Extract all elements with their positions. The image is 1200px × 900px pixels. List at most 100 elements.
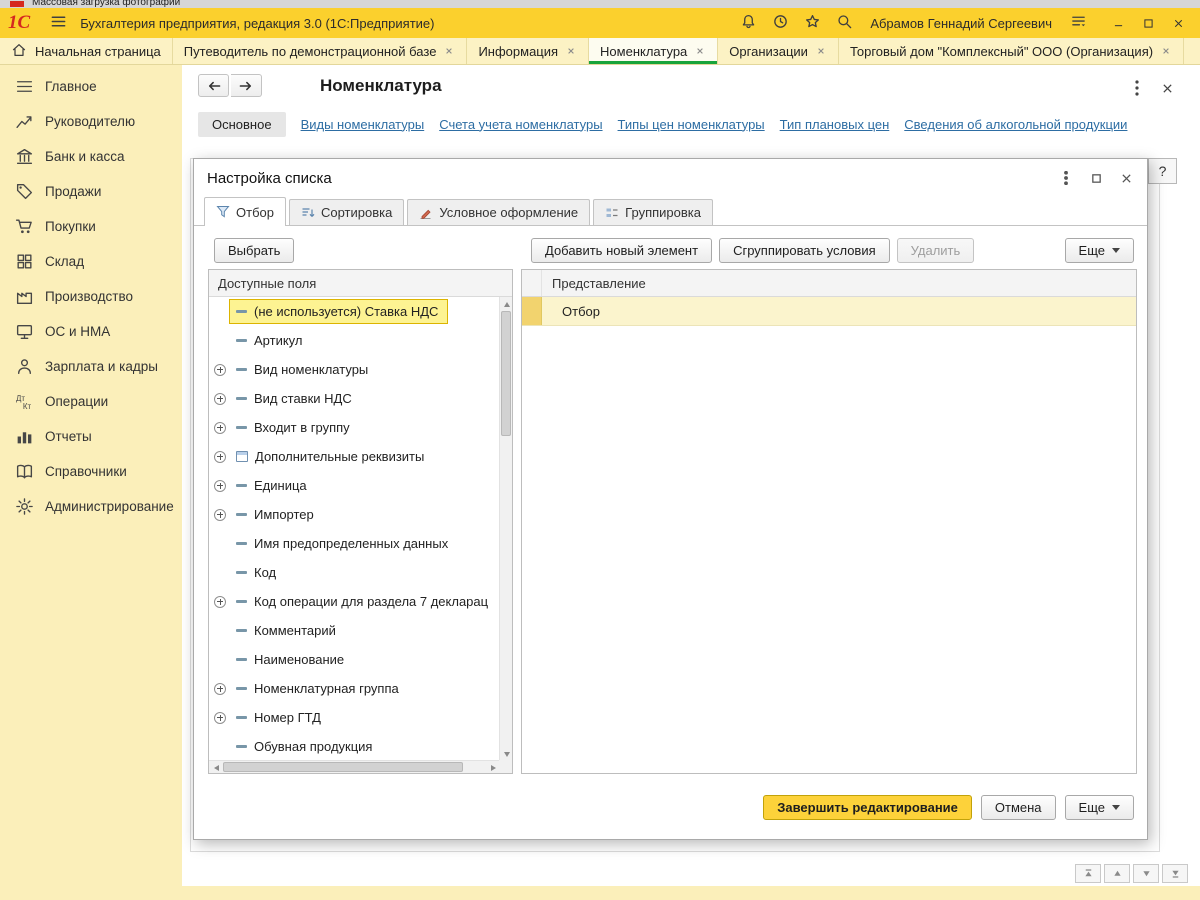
back-button[interactable] — [198, 74, 229, 97]
expand-icon[interactable] — [214, 422, 226, 434]
page-tab-price-types[interactable]: Типы цен номенклатуры — [618, 117, 765, 132]
sidebar-item-manager[interactable]: Руководителю — [0, 104, 182, 139]
dialog-maximize-button[interactable] — [1083, 167, 1109, 189]
field-row[interactable]: (не используется) Ставка НДС — [209, 297, 499, 326]
tab-organizations[interactable]: Организации — [718, 38, 839, 64]
page-tab-planned-price-type[interactable]: Тип плановых цен — [780, 117, 890, 132]
vertical-scroll-thumb[interactable] — [501, 311, 511, 436]
expand-icon[interactable] — [214, 683, 226, 695]
dialog-menu-button[interactable] — [1053, 167, 1079, 189]
horizontal-scrollbar[interactable] — [209, 760, 499, 773]
field-row[interactable]: Номер ГТД — [209, 703, 499, 732]
page-menu-button[interactable] — [1126, 79, 1148, 99]
tab-home[interactable]: Начальная страница — [0, 38, 173, 64]
vertical-scrollbar[interactable] — [499, 297, 512, 760]
dialog-close-button[interactable] — [1113, 167, 1139, 189]
expand-icon[interactable] — [214, 480, 226, 492]
field-row[interactable]: Входит в группу — [209, 413, 499, 442]
go-previous-button[interactable] — [1104, 864, 1130, 883]
field-row[interactable]: Код — [209, 558, 499, 587]
scroll-left-icon[interactable] — [209, 761, 222, 774]
main-menu-button[interactable] — [46, 12, 70, 34]
finish-editing-button[interactable]: Завершить редактирование — [763, 795, 972, 820]
forward-button[interactable] — [231, 74, 262, 97]
sidebar-item-production[interactable]: Производство — [0, 279, 182, 314]
field-row[interactable]: Номенклатурная группа — [209, 674, 499, 703]
field-row[interactable]: Обувная продукция — [209, 732, 499, 760]
tab-information[interactable]: Информация — [467, 38, 589, 64]
tab-nomenclature[interactable]: Номенклатура — [589, 38, 718, 64]
scroll-down-icon[interactable] — [500, 747, 513, 760]
field-row[interactable]: Импортер — [209, 500, 499, 529]
field-row[interactable]: Вид номенклатуры — [209, 355, 499, 384]
dialog-tab-filter[interactable]: Отбор — [204, 197, 286, 226]
search-button[interactable] — [832, 12, 856, 34]
tab-close-icon[interactable] — [443, 45, 455, 57]
cancel-button[interactable]: Отмена — [981, 795, 1056, 820]
sidebar-item-sales[interactable]: Продажи — [0, 174, 182, 209]
expand-icon[interactable] — [214, 393, 226, 405]
sidebar-item-purchases[interactable]: Покупки — [0, 209, 182, 244]
group-conditions-button[interactable]: Сгруппировать условия — [719, 238, 890, 263]
field-row[interactable]: Наименование — [209, 645, 499, 674]
sidebar-item-payroll-hr[interactable]: Зарплата и кадры — [0, 349, 182, 384]
user-menu[interactable]: Абрамов Геннадий Сергеевич — [870, 16, 1052, 31]
sidebar-item-directories[interactable]: Справочники — [0, 454, 182, 489]
page-close-button[interactable] — [1156, 79, 1178, 99]
sidebar-item-bank-cash[interactable]: Банк и касса — [0, 139, 182, 174]
sidebar-item-fixed-assets[interactable]: ОС и НМА — [0, 314, 182, 349]
sidebar-item-warehouse[interactable]: Склад — [0, 244, 182, 279]
go-next-button[interactable] — [1133, 864, 1159, 883]
expand-icon[interactable] — [214, 451, 226, 463]
scroll-right-icon[interactable] — [486, 761, 499, 774]
tab-close-icon[interactable] — [815, 45, 827, 57]
tab-close-icon[interactable] — [1160, 45, 1172, 57]
dialog-tab-grouping[interactable]: Группировка — [593, 199, 713, 225]
close-window-button[interactable] — [1164, 12, 1192, 34]
expand-icon[interactable] — [214, 364, 226, 376]
expand-icon[interactable] — [214, 509, 226, 521]
page-tab-accounting-accounts[interactable]: Счета учета номенклатуры — [439, 117, 602, 132]
field-row[interactable]: Вид ставки НДС — [209, 384, 499, 413]
tab-trading-house[interactable]: Торговый дом "Комплексный" ООО (Организа… — [839, 38, 1184, 64]
field-row[interactable]: Код операции для раздела 7 декларац — [209, 587, 499, 616]
field-row[interactable]: Комментарий — [209, 616, 499, 645]
go-last-button[interactable] — [1162, 864, 1188, 883]
maximize-button[interactable] — [1134, 12, 1162, 34]
sidebar-item-operations[interactable]: ДтКтОперации — [0, 384, 182, 419]
minimize-button[interactable] — [1104, 12, 1132, 34]
page-tab-main[interactable]: Основное — [198, 112, 286, 137]
filter-row[interactable]: Отбор — [522, 297, 1136, 326]
dialog-tab-conditional-format[interactable]: Условное оформление — [407, 199, 590, 225]
page-tab-alcohol-info[interactable]: Сведения об алкогольной продукции — [904, 117, 1127, 132]
horizontal-scroll-thumb[interactable] — [223, 762, 463, 772]
add-element-button[interactable]: Добавить новый элемент — [531, 238, 712, 263]
field-row[interactable]: Дополнительные реквизиты — [209, 442, 499, 471]
more-button-top[interactable]: Еще — [1065, 238, 1134, 263]
tab-guide[interactable]: Путеводитель по демонстрационной базе — [173, 38, 468, 64]
service-panel-button[interactable] — [1066, 12, 1090, 34]
go-first-button[interactable] — [1075, 864, 1101, 883]
field-row[interactable]: Имя предопределенных данных — [209, 529, 499, 558]
history-button[interactable] — [768, 12, 792, 34]
sidebar-item-reports[interactable]: Отчеты — [0, 419, 182, 454]
delete-button[interactable]: Удалить — [897, 238, 975, 263]
dialog-tab-sorting[interactable]: Сортировка — [289, 199, 404, 225]
expand-icon[interactable] — [214, 596, 226, 608]
sidebar-item-main[interactable]: Главное — [0, 69, 182, 104]
favorites-button[interactable] — [800, 12, 824, 34]
more-button-bottom[interactable]: Еще — [1065, 795, 1134, 820]
tab-close-icon[interactable] — [694, 45, 706, 57]
tab-close-icon[interactable] — [565, 45, 577, 57]
help-button[interactable]: ? — [1148, 158, 1177, 184]
field-label: Артикул — [254, 333, 302, 348]
sidebar-item-administration[interactable]: Администрирование — [0, 489, 182, 524]
notifications-button[interactable] — [736, 12, 760, 34]
scroll-up-icon[interactable] — [500, 297, 513, 310]
field-row[interactable]: Артикул — [209, 326, 499, 355]
field-row[interactable]: Единица — [209, 471, 499, 500]
1c-logo-icon: 1С — [8, 12, 30, 34]
page-tab-nomenclature-types[interactable]: Виды номенклатуры — [301, 117, 425, 132]
select-button[interactable]: Выбрать — [214, 238, 294, 263]
expand-icon[interactable] — [214, 712, 226, 724]
